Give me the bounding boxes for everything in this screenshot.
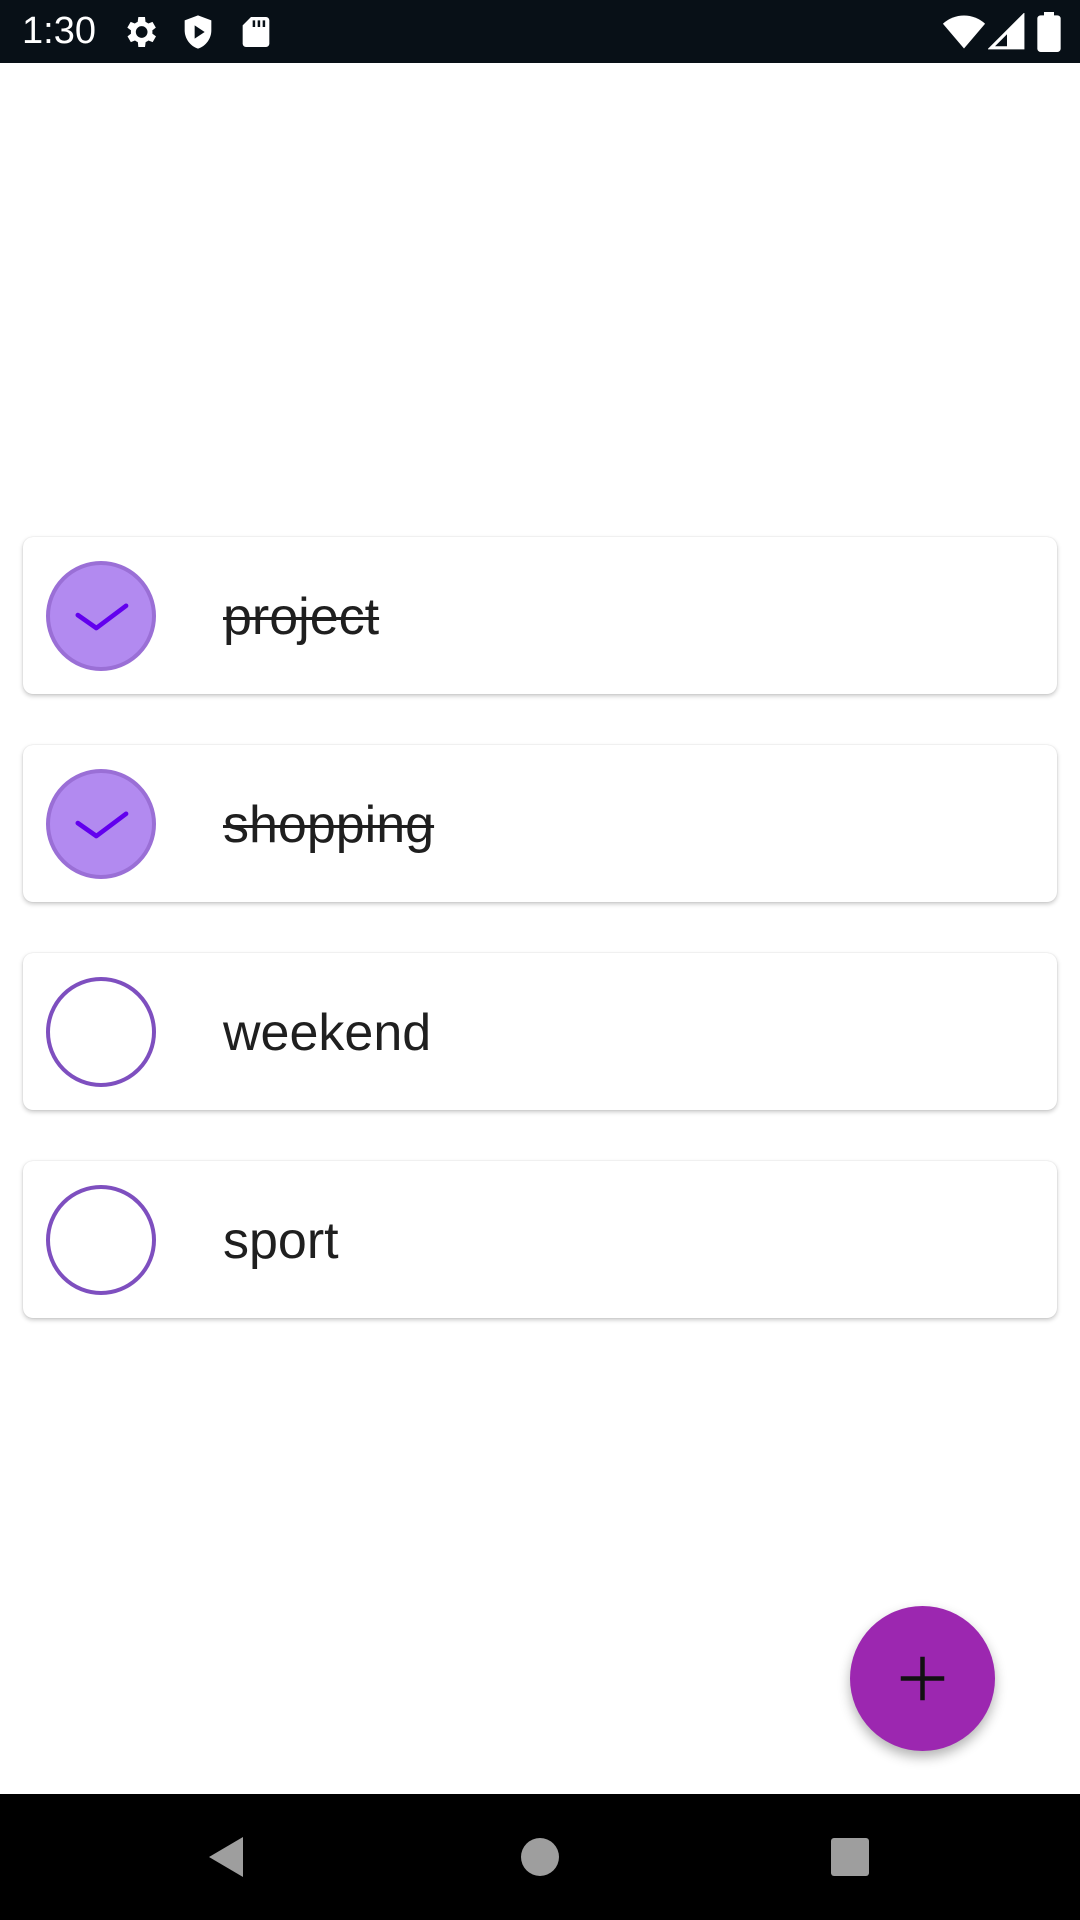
add-task-button[interactable]: [850, 1606, 995, 1751]
task-label: project: [223, 588, 380, 646]
plus-icon: [900, 1656, 945, 1701]
task-checkbox-unchecked[interactable]: [46, 1185, 156, 1295]
task-item-sport[interactable]: sport: [23, 1161, 1057, 1318]
task-label: sport: [223, 1212, 339, 1270]
task-item-shopping[interactable]: shopping: [23, 745, 1057, 902]
shield-icon: [178, 12, 218, 52]
task-label: weekend: [223, 1004, 432, 1062]
task-checkbox-checked[interactable]: [46, 561, 156, 671]
task-checkbox-checked[interactable]: [46, 769, 156, 879]
sd-card-icon: [236, 12, 276, 52]
task-checkbox-unchecked[interactable]: [46, 977, 156, 1087]
settings-icon: [120, 12, 160, 52]
battery-icon: [1034, 12, 1064, 52]
wifi-icon: [942, 10, 986, 54]
back-icon[interactable]: [195, 1827, 255, 1887]
task-item-project[interactable]: project: [23, 537, 1057, 694]
status-time: 1:30: [22, 10, 96, 52]
task-label: shopping: [223, 796, 435, 854]
status-bar: 1:30: [0, 0, 1080, 63]
checkmark-icon: [75, 811, 129, 839]
recents-icon[interactable]: [820, 1827, 880, 1887]
navigation-bar: [0, 1794, 1080, 1920]
home-icon[interactable]: [510, 1827, 570, 1887]
task-item-weekend[interactable]: weekend: [23, 953, 1057, 1110]
screen: 1:30 project shopping weekend sport: [0, 0, 1080, 1920]
checkmark-icon: [75, 603, 129, 631]
signal-icon: [988, 13, 1026, 51]
